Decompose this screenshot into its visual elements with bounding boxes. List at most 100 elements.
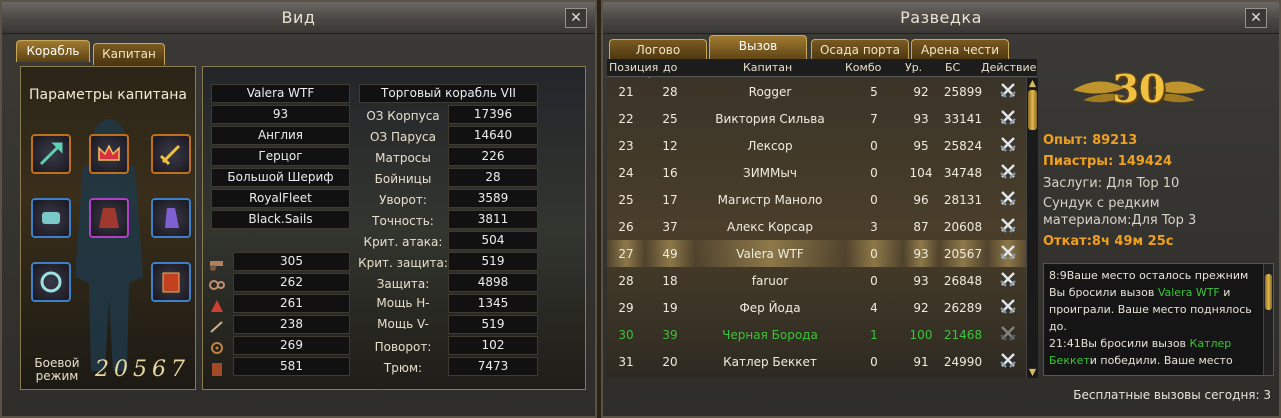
challenge-action-cell — [987, 267, 1029, 294]
cell-captain[interactable]: Rogger — [695, 78, 845, 105]
crossed-swords-icon[interactable] — [999, 81, 1017, 99]
leaderboard-scrollbar[interactable] — [1026, 78, 1038, 378]
exp-value: 89213 — [1092, 133, 1138, 148]
col-captain: Капитан — [743, 61, 793, 74]
cell-captain[interactable]: ЗИММыч — [695, 159, 845, 186]
cell-captain[interactable]: Черная Борода — [695, 321, 845, 348]
stat-label-sailors: Матросы — [375, 151, 431, 165]
cell-level: 93 — [913, 273, 929, 288]
small-stat-6: 581 — [233, 357, 350, 376]
crossed-swords-icon[interactable] — [999, 324, 1017, 342]
equip-slot-ring[interactable] — [31, 262, 71, 302]
cell-position: 23 — [618, 138, 634, 153]
stat-label-accuracy: Точность: — [372, 214, 434, 228]
cell-position: 30 — [618, 327, 634, 342]
stat-value-hold: 7473 — [448, 357, 538, 376]
cell-bs: 25824 — [943, 138, 983, 153]
stat-label-gunports: Бойницы — [374, 172, 432, 186]
view-window: Вид ✕ Корабль Капитан Параметры капитана — [0, 0, 597, 418]
col-position: Позиция — [609, 61, 659, 74]
close-scout-button[interactable]: ✕ — [1245, 8, 1267, 28]
crossed-swords-icon[interactable] — [999, 243, 1017, 261]
tab-port-siege[interactable]: Осада порта — [811, 39, 909, 61]
view-window-title: Вид — [2, 2, 595, 34]
cell-to: 20 — [662, 354, 678, 369]
cell-level: 87 — [913, 219, 929, 234]
log-player-link[interactable]: Valera WTF — [1158, 286, 1220, 299]
cell-position: 27 — [607, 240, 645, 267]
captain-nation-field: Англия — [211, 126, 350, 145]
crossed-swords-icon[interactable] — [999, 189, 1017, 207]
stat-value-turn: 102 — [448, 336, 538, 355]
crossed-swords-icon[interactable] — [999, 162, 1017, 180]
combat-mode-label: Боевой режим — [34, 356, 80, 383]
cell-to: 12 — [662, 138, 678, 153]
scroll-up-arrow[interactable] — [1028, 79, 1037, 88]
cell-combo: 0 — [870, 138, 878, 153]
crossed-swords-icon[interactable] — [999, 216, 1017, 234]
crossed-swords-icon[interactable] — [999, 351, 1017, 369]
tab-captain[interactable]: Капитан — [93, 43, 165, 65]
cell-captain[interactable]: Магистр Маноло — [695, 186, 845, 213]
cell-to: 37 — [662, 219, 678, 234]
cell-captain[interactable]: Лексор — [695, 132, 845, 159]
golden-sword-icon — [159, 144, 181, 166]
cooldown-label: Откат: — [1043, 234, 1092, 249]
close-view-button[interactable]: ✕ — [565, 8, 587, 28]
log-scrollbar[interactable] — [1263, 264, 1273, 375]
log-time: 8:9 — [1049, 269, 1067, 282]
sail-icon — [211, 300, 223, 312]
stat-label-turn: Поворот: — [374, 340, 432, 354]
cell-captain[interactable]: Катлер Беккет — [695, 348, 845, 375]
cell-captain[interactable]: Valera WTF — [695, 240, 845, 267]
cell-combo: 4 — [870, 300, 878, 315]
wheel-icon — [211, 342, 223, 354]
captain-equipment-panel: Параметры капитана Боевой режим 20567 — [20, 66, 196, 390]
exp-row: Опыт: 89213 — [1043, 133, 1137, 148]
equip-slot-weapon[interactable] — [31, 134, 71, 174]
equip-slot-sword[interactable] — [151, 134, 191, 174]
table-row: 31 20 Катлер Беккет 0 91 24990 — [607, 348, 1029, 375]
small-stat-3: 261 — [233, 294, 350, 313]
tab-pirate-lair[interactable]: Логово пиратов — [609, 39, 707, 78]
cell-captain[interactable]: Алекс Корсар — [695, 213, 845, 240]
equip-slot-armor[interactable] — [31, 198, 71, 238]
log-scroll-thumb[interactable] — [1265, 274, 1272, 310]
cell-to: 17 — [662, 192, 678, 207]
table-row: 21 28 Rogger 5 92 25899 — [607, 78, 1029, 105]
stat-label-evasion: Уворот: — [379, 193, 427, 207]
leaderboard-list: 21 28 Rogger 5 92 25899 22 25 Виктория Сильва 7 93… — [607, 78, 1029, 378]
equip-slot-cape[interactable] — [151, 198, 191, 238]
cooldown-row: Откат:8ч 49м 25с — [1043, 234, 1173, 249]
scroll-down-arrow[interactable] — [1028, 368, 1037, 377]
crossed-swords-icon[interactable] — [999, 108, 1017, 126]
tab-ship[interactable]: Корабль — [16, 40, 90, 62]
cell-level: 93 — [913, 111, 929, 126]
dagger-icon — [210, 321, 223, 333]
cell-captain[interactable]: Виктория Сильва — [695, 105, 845, 132]
equip-slot-book[interactable] — [151, 262, 191, 302]
cell-position: 29 — [618, 300, 634, 315]
crossed-swords-icon[interactable] — [999, 270, 1017, 288]
cell-combo: 0 — [870, 165, 878, 180]
cell-combo: 3 — [870, 219, 878, 234]
crossed-swords-icon[interactable] — [999, 297, 1017, 315]
cell-position: 22 — [618, 111, 634, 126]
cell-to: 25 — [662, 111, 678, 126]
equip-slot-crown[interactable] — [89, 134, 129, 174]
cell-position: 24 — [618, 165, 634, 180]
cell-captain[interactable]: faruor — [695, 267, 845, 294]
small-stat-4: 238 — [233, 315, 350, 334]
tab-challenge[interactable]: Вызов — [709, 35, 807, 61]
free-challenges-text: Бесплатные вызовы сегодня: 3 — [1073, 388, 1271, 402]
merits-text: Заслуги: Для Top 10 — [1043, 176, 1180, 191]
cell-combo: 0 — [870, 192, 878, 207]
scroll-thumb[interactable] — [1028, 90, 1037, 130]
crossed-swords-icon[interactable] — [999, 135, 1017, 153]
tab-honor-arena[interactable]: Арена чести — [911, 39, 1009, 61]
cell-to: 18 — [662, 273, 678, 288]
stat-value-crit-attack: 504 — [448, 231, 538, 250]
equip-slot-cloak[interactable] — [89, 198, 129, 238]
cell-bs: 25899 — [943, 84, 983, 99]
cell-captain[interactable]: Фер Йода — [695, 294, 845, 321]
